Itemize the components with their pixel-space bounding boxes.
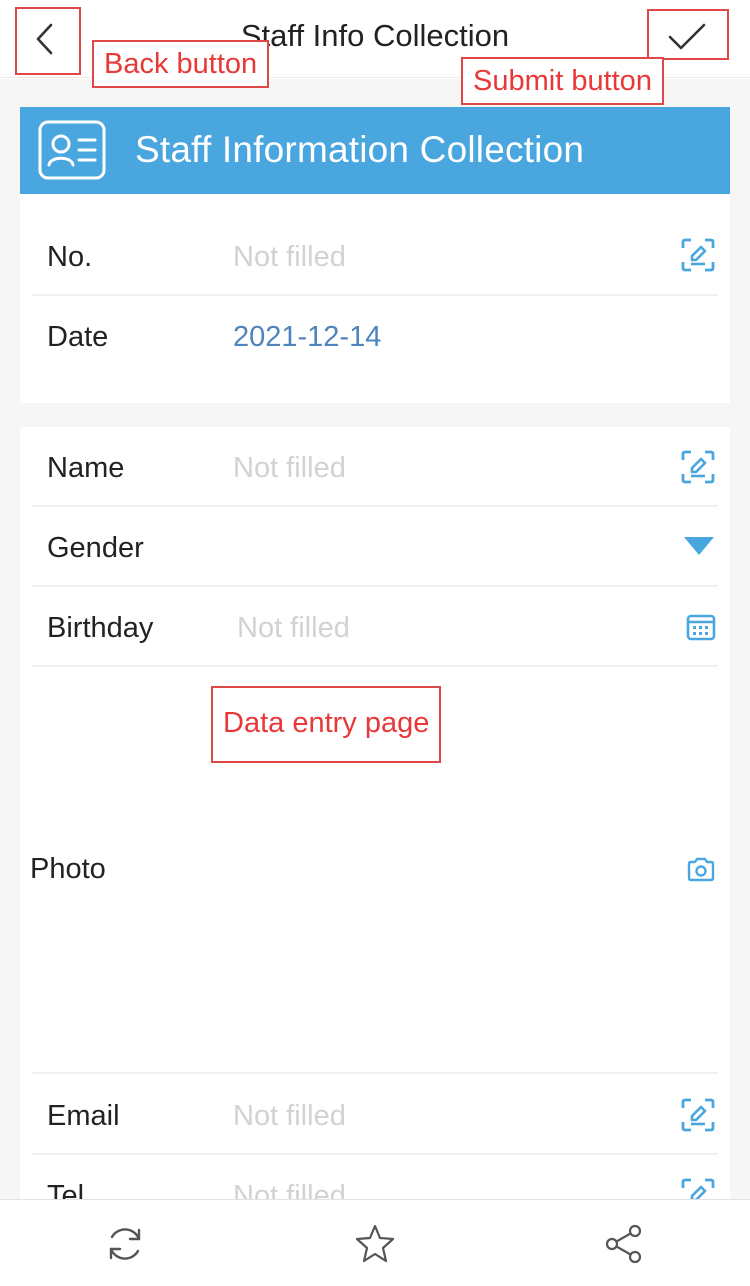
field-no[interactable]: No. Not filled: [32, 215, 718, 296]
share-icon[interactable]: [603, 1222, 647, 1266]
id-card-icon: [38, 120, 106, 180]
field-value[interactable]: Not filled: [237, 612, 350, 645]
field-gender[interactable]: Gender: [32, 507, 718, 587]
field-label: Gender: [47, 532, 144, 564]
refresh-icon[interactable]: [103, 1222, 147, 1266]
back-button-highlight: [15, 7, 81, 75]
field-label: Tel: [47, 1180, 85, 1199]
scan-edit-icon[interactable]: [680, 237, 716, 273]
back-button-annotation: Back button: [92, 40, 270, 88]
field-label: Birthday: [47, 612, 154, 644]
scan-edit-icon[interactable]: [680, 1177, 716, 1199]
field-label: Date: [47, 321, 109, 353]
field-label: No.: [47, 241, 93, 273]
data-entry-page-annotation: Data entry page: [211, 686, 442, 763]
form-title: Staff Information Collection: [135, 129, 585, 170]
field-email[interactable]: Email Not filled: [32, 1074, 718, 1155]
field-birthday[interactable]: Birthday Not filled: [32, 587, 718, 667]
camera-icon[interactable]: [686, 856, 716, 882]
data-entry-page: Staff Information Collection No. Not fil…: [0, 79, 750, 1199]
dropdown-triangle-icon[interactable]: [682, 535, 716, 557]
scan-edit-icon[interactable]: [680, 1097, 716, 1133]
field-label: Email: [47, 1100, 120, 1132]
scan-edit-icon[interactable]: [680, 449, 716, 485]
calendar-icon[interactable]: [686, 613, 716, 641]
section-divider: [20, 403, 730, 427]
field-value[interactable]: Not filled: [233, 1100, 346, 1133]
bottom-toolbar: [0, 1199, 750, 1286]
star-icon[interactable]: [353, 1222, 397, 1266]
date-value[interactable]: 2021-12-14: [233, 321, 381, 354]
form-card: Staff Information Collection No. Not fil…: [20, 107, 730, 1199]
field-date[interactable]: Date 2021-12-14: [32, 296, 718, 376]
field-label: Name: [47, 452, 125, 484]
field-name[interactable]: Name Not filled: [32, 427, 718, 507]
field-value[interactable]: Not filled: [233, 452, 346, 485]
submit-button-annotation: Submit button: [461, 57, 664, 105]
form-banner: Staff Information Collection: [20, 107, 730, 194]
field-value[interactable]: Not filled: [233, 1180, 346, 1199]
field-label: Photo: [30, 853, 106, 885]
field-value[interactable]: Not filled: [233, 241, 346, 274]
submit-button-highlight: [647, 9, 729, 60]
field-tel[interactable]: Tel Not filled: [32, 1155, 718, 1199]
